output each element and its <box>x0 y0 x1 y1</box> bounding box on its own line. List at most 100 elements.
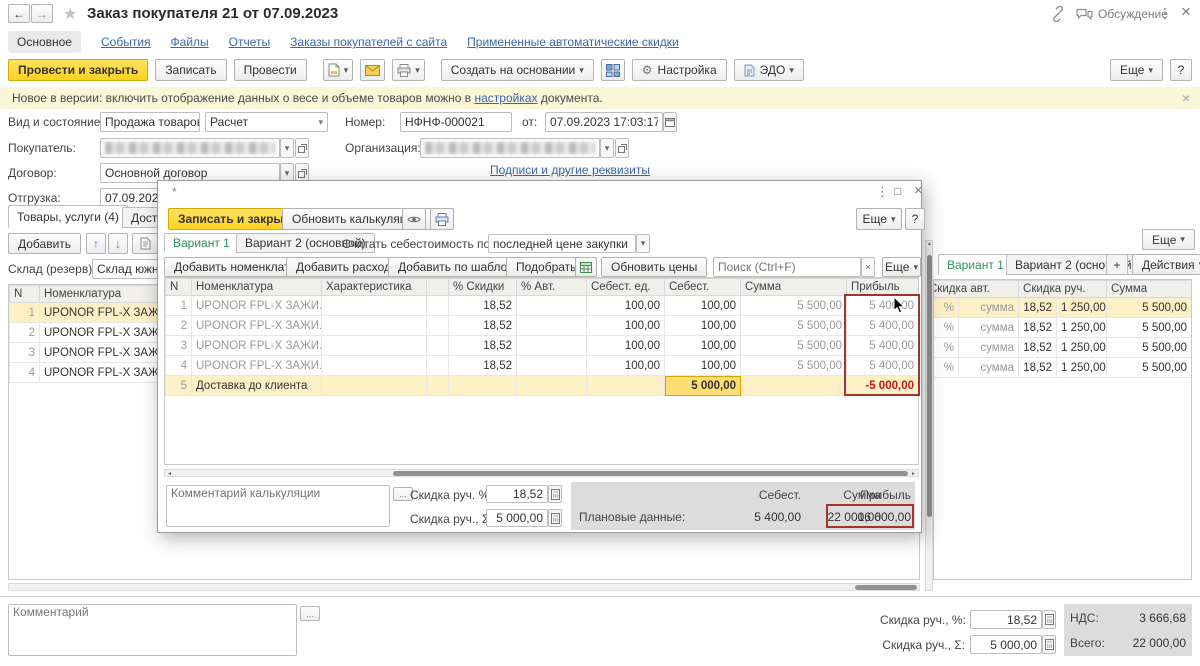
manual-discount-pct-field[interactable] <box>970 610 1042 629</box>
window-close-icon[interactable]: × <box>1181 2 1191 22</box>
tab-goods-services[interactable]: Товары, услуги (4) <box>8 205 128 228</box>
dialog-close-icon[interactable]: × <box>914 182 923 199</box>
preview-button[interactable] <box>402 208 426 230</box>
table-row[interactable]: %сумма 18,521 250,00 5 500,00 <box>933 298 1192 318</box>
calculator-icon[interactable] <box>548 485 562 503</box>
settings-button[interactable]: ⚙Настройка <box>632 59 727 81</box>
tab-auto-discounts[interactable]: Примененные автоматические скидки <box>467 35 679 49</box>
calculator-icon[interactable] <box>548 509 562 527</box>
dialog-tab-variant-1[interactable]: Вариант 1 <box>164 233 239 253</box>
scroll-up-icon[interactable]: ▲ <box>927 241 932 247</box>
scroll-left-icon[interactable]: ◄ <box>167 471 172 477</box>
tab-reports[interactable]: Отчеты <box>229 35 270 49</box>
manual-discount-pct-label: Скидка руч., %: <box>880 613 965 627</box>
kind-select[interactable]: Продажа товаров▾ <box>100 112 200 132</box>
post-button[interactable]: Провести <box>234 59 307 81</box>
notice-close-icon[interactable]: × <box>1182 90 1190 106</box>
add-variant-button[interactable]: + <box>1106 254 1128 275</box>
attach-file-button[interactable]: ▾ <box>323 59 354 81</box>
org-label: Организация: <box>345 141 421 155</box>
contract-label: Договор: <box>8 166 57 180</box>
comment-expand-button[interactable]: ... <box>300 606 320 621</box>
main-vertical-scrollbar[interactable]: ▲ <box>925 240 933 591</box>
dialog-print-button[interactable] <box>430 208 454 230</box>
move-up-button[interactable]: ↑ <box>86 233 106 254</box>
discussion-icon[interactable] <box>1076 7 1093 21</box>
calc-discount-pct-field[interactable] <box>486 485 548 503</box>
dialog-help-button[interactable]: ? <box>905 208 925 230</box>
comment-field[interactable] <box>8 604 297 656</box>
costing-method-select[interactable]: последней цене закупки <box>488 234 636 253</box>
refresh-prices-button[interactable]: Обновить цены <box>601 257 707 277</box>
manual-discount-sum-field[interactable] <box>970 635 1042 654</box>
scroll-right-icon[interactable]: ► <box>911 471 916 477</box>
calendar-icon[interactable] <box>663 112 677 132</box>
calculator-icon[interactable] <box>1042 635 1056 654</box>
calc-comment-input[interactable] <box>171 486 385 522</box>
table-view-button[interactable] <box>575 257 597 277</box>
variants-more-button[interactable]: Еще▾ <box>1142 229 1195 250</box>
table-row[interactable]: 1UPONOR FPL-X ЗАЖИ... 18,52 100,00100,00… <box>166 296 919 316</box>
favorite-star-icon[interactable]: ★ <box>63 4 77 24</box>
search-clear-icon[interactable]: × <box>861 257 875 277</box>
org-open-link-icon[interactable] <box>615 138 629 158</box>
window-menu-icon[interactable]: ⋮ <box>1158 5 1172 22</box>
actions-button[interactable]: Действия▾ <box>1132 254 1200 275</box>
dialog-grid-more-button[interactable]: Еще▾ <box>882 257 921 277</box>
toolbar-more-button[interactable]: Еще▾ <box>1110 59 1163 81</box>
table-row[interactable]: %сумма 18,521 250,00 5 500,00 <box>933 338 1192 358</box>
notice-settings-link[interactable]: настройках <box>474 91 537 105</box>
planned-data-panel: Себест. Сумма Прибыль Плановые данные: 5… <box>571 482 915 530</box>
table-row-selected[interactable]: 5Доставка до клиента 5 000,00 -5 000,00 <box>166 376 919 396</box>
create-based-on-button[interactable]: Создать на основании▾ <box>441 59 594 81</box>
state-select[interactable]: Расчет▾ <box>205 112 328 132</box>
datetime-field[interactable] <box>545 112 663 132</box>
forward-button[interactable]: → <box>31 4 53 23</box>
move-down-button[interactable]: ↓ <box>108 233 128 254</box>
back-button[interactable]: ← <box>8 4 30 23</box>
signatures-link[interactable]: Подписи и другие реквизиты <box>490 163 650 177</box>
table-row[interactable]: 4UPONOR FPL-X ЗАЖИ... 18,52 100,00100,00… <box>166 356 919 376</box>
search-input[interactable] <box>718 260 856 274</box>
table-row[interactable]: %сумма 18,521 250,00 5 500,00 <box>933 318 1192 338</box>
edo-button[interactable]: ЭДО▾ <box>734 59 804 81</box>
buyer-field[interactable] <box>100 138 280 158</box>
clipboard-button[interactable] <box>132 233 158 254</box>
dialog-horizontal-scrollbar[interactable]: ◄ ► <box>164 469 919 477</box>
tab-files[interactable]: Файлы <box>171 35 209 49</box>
add-row-button[interactable]: Добавить <box>8 233 81 254</box>
main-horizontal-scrollbar[interactable] <box>8 583 920 591</box>
tab-site-orders[interactable]: Заказы покупателей с сайта <box>290 35 447 49</box>
org-field[interactable] <box>420 138 600 158</box>
post-and-close-button[interactable]: Провести и закрыть <box>8 59 148 81</box>
calc-discount-sum-field[interactable] <box>486 509 548 527</box>
link-icon[interactable] <box>1050 6 1066 22</box>
dialog-search-field[interactable] <box>713 257 861 277</box>
table-row[interactable]: 2UPONOR FPL-X ЗАЖИ... 18,52 100,00100,00… <box>166 316 919 336</box>
tab-main[interactable]: Основное <box>8 31 81 53</box>
org-dropdown-icon[interactable]: ▾ <box>600 138 614 158</box>
save-button[interactable]: Записать <box>155 59 226 81</box>
add-expense-button[interactable]: Добавить расход <box>286 257 401 277</box>
number-field[interactable] <box>400 112 512 132</box>
tab-events[interactable]: События <box>101 35 151 49</box>
table-row[interactable]: %сумма 18,521 250,00 5 500,00 <box>933 358 1192 378</box>
print-button[interactable]: ▾ <box>392 59 425 81</box>
col-manual-discount: Скидка руч. <box>1019 281 1107 298</box>
send-email-button[interactable] <box>360 59 385 81</box>
buyer-dropdown-icon[interactable]: ▾ <box>280 138 294 158</box>
tab-variant-1[interactable]: Вариант 1 <box>938 254 1013 275</box>
highlighted-cost-cell[interactable]: 5 000,00 <box>665 376 741 396</box>
help-button[interactable]: ? <box>1170 59 1192 81</box>
calculator-icon[interactable] <box>1042 610 1056 629</box>
costing-dropdown-icon[interactable]: ▾ <box>636 234 650 253</box>
comment-input[interactable] <box>13 605 292 651</box>
dialog-more-button[interactable]: Еще▾ <box>856 208 902 230</box>
table-row[interactable]: 3UPONOR FPL-X ЗАЖИ... 18,52 100,00100,00… <box>166 336 919 356</box>
buyer-open-link-icon[interactable] <box>295 138 309 158</box>
dialog-maximize-icon[interactable]: □ <box>894 184 901 198</box>
dialog-menu-icon[interactable]: ⋮ <box>876 184 889 200</box>
calc-comment-field[interactable] <box>166 485 390 527</box>
blue-grid-icon <box>606 64 620 77</box>
reports-structure-button[interactable] <box>601 59 625 81</box>
